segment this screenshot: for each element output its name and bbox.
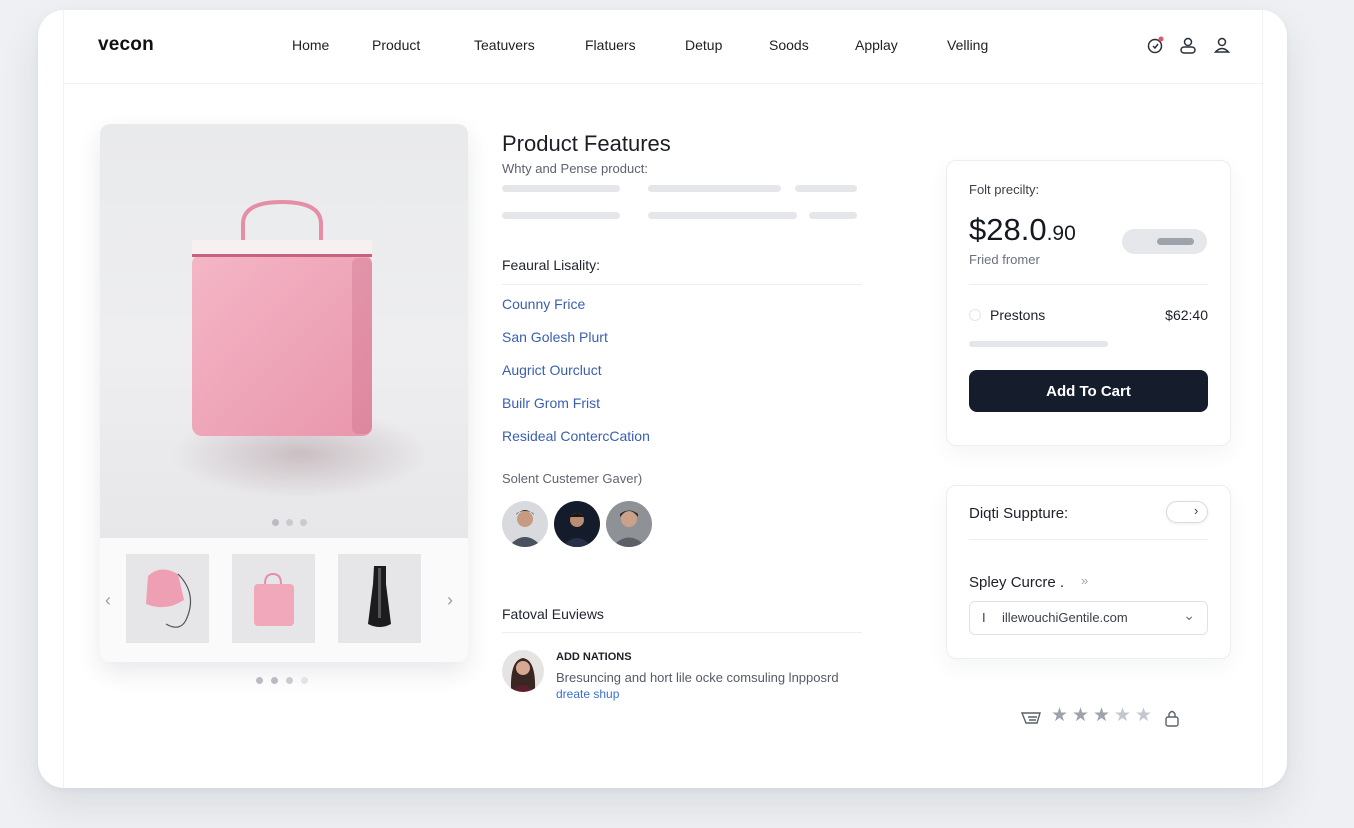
- quantity-pill[interactable]: [1122, 229, 1207, 254]
- brand-logo[interactable]: vecon: [98, 34, 154, 56]
- cursor-icon: I: [982, 610, 986, 625]
- user-icon[interactable]: [1178, 35, 1198, 55]
- placeholder-line: [502, 185, 620, 192]
- placeholder-line: [502, 212, 620, 219]
- customer-avatar[interactable]: [554, 501, 600, 547]
- customer-avatar[interactable]: [606, 501, 652, 547]
- option-radio[interactable]: [969, 309, 981, 321]
- thumbnail-strip: ‹ ›: [100, 538, 468, 662]
- customers-heading: Solent Custemer Gaver): [502, 471, 643, 486]
- price-subtext: Fried fromer: [969, 252, 1040, 267]
- star-icon[interactable]: ★: [1093, 704, 1110, 727]
- notification-icon[interactable]: [1146, 35, 1166, 55]
- add-to-cart-button[interactable]: Add To Cart: [969, 370, 1208, 412]
- customer-avatar[interactable]: [502, 501, 548, 547]
- review-text: Bresuncing and hort lile ocke comsuling …: [556, 670, 839, 685]
- price-cents: .90: [1046, 222, 1076, 245]
- divider: [502, 632, 862, 633]
- shipping-label: Spley Curcre .: [969, 574, 1065, 591]
- pink-lamp-image: [146, 569, 192, 628]
- placeholder-line: [648, 212, 797, 219]
- thumbnail-black-bottle[interactable]: [338, 554, 421, 643]
- reviewer-avatar[interactable]: [502, 650, 544, 692]
- page-subtitle: Whty and Pense product:: [502, 161, 648, 176]
- person-icon: [606, 501, 652, 547]
- dot[interactable]: [271, 677, 278, 684]
- thumbs-icon[interactable]: [1020, 707, 1044, 729]
- double-chevron-icon: »: [1081, 573, 1089, 588]
- purchase-card: Folt precilty: $28.0.90 Fried fromer Pre…: [946, 160, 1231, 446]
- nav-soods[interactable]: Soods: [769, 37, 809, 53]
- person-icon: [502, 650, 544, 692]
- price-value: $28.0.90: [969, 212, 1076, 248]
- pink-bag-image: [170, 199, 430, 499]
- chevron-left-icon[interactable]: ‹: [105, 590, 111, 611]
- dot[interactable]: [286, 677, 293, 684]
- price-main: $28.0: [969, 212, 1047, 247]
- feature-link[interactable]: Builr Grom Frist: [502, 395, 600, 411]
- page-container: vecon Home Product Teatuvers Flatuers De…: [63, 10, 1264, 788]
- page-title: Product Features: [502, 131, 671, 156]
- person-icon: [502, 501, 548, 547]
- support-label: Diqti Suppture:: [969, 505, 1069, 522]
- email-select[interactable]: I illewouchiGentile.com ⌄: [969, 601, 1208, 635]
- divider: [502, 284, 862, 285]
- nav-detup[interactable]: Detup: [685, 37, 722, 53]
- support-card: Diqti Suppture: › Spley Curcre . » I ill…: [946, 485, 1231, 659]
- dot[interactable]: [300, 519, 307, 526]
- nav-applay[interactable]: Applay: [855, 37, 898, 53]
- email-value: illewouchiGentile.com: [1002, 610, 1128, 625]
- thumbnail-pink-bag[interactable]: [232, 554, 315, 643]
- nav-home[interactable]: Home: [292, 37, 329, 53]
- feature-link[interactable]: Resideal ContercCation: [502, 428, 650, 444]
- star-icon[interactable]: ★: [1072, 704, 1089, 727]
- review-link[interactable]: dreate shup: [556, 687, 619, 701]
- chevron-right-icon: ›: [1194, 503, 1199, 518]
- feature-link[interactable]: San Golesh Plurt: [502, 329, 608, 345]
- option-price: $62:40: [1165, 307, 1208, 323]
- thumbnail-pink-lamp[interactable]: [126, 554, 209, 643]
- dot[interactable]: [256, 677, 263, 684]
- black-bottle-image: [368, 566, 391, 627]
- feature-link[interactable]: Augrict Ourcluct: [502, 362, 602, 378]
- product-main-image[interactable]: [100, 124, 468, 538]
- nav-flatuers[interactable]: Flatuers: [585, 37, 636, 53]
- dot[interactable]: [272, 519, 279, 526]
- lock-icon[interactable]: [1162, 707, 1182, 729]
- chevron-down-icon: ⌄: [1183, 607, 1195, 623]
- nav-teatuvers[interactable]: Teatuvers: [474, 37, 535, 53]
- placeholder-line: [648, 185, 781, 192]
- chevron-right-icon[interactable]: ›: [447, 590, 453, 611]
- star-icon[interactable]: ★: [1135, 704, 1152, 727]
- placeholder-line: [795, 185, 857, 192]
- option-label: Prestons: [990, 307, 1046, 323]
- product-gallery: ‹ ›: [100, 124, 468, 662]
- nav-velling[interactable]: Velling: [947, 37, 988, 53]
- nav-product[interactable]: Product: [372, 37, 420, 53]
- review-author: ADD NATIONS: [556, 651, 632, 663]
- placeholder-line: [969, 341, 1108, 347]
- divider: [969, 284, 1208, 285]
- support-toggle[interactable]: ›: [1166, 501, 1208, 523]
- price-label: Folt precilty:: [969, 182, 1040, 197]
- placeholder-line: [809, 212, 857, 219]
- pink-bag-thumb-image: [254, 572, 294, 626]
- dot[interactable]: [301, 677, 308, 684]
- reviews-heading: Fatoval Euviews: [502, 606, 604, 622]
- features-heading: Feaural Lisality:: [502, 257, 601, 273]
- divider: [969, 539, 1208, 540]
- person-icon: [554, 501, 600, 547]
- star-icon[interactable]: ★: [1114, 704, 1131, 727]
- account-icon[interactable]: [1212, 35, 1232, 55]
- app-window: vecon Home Product Teatuvers Flatuers De…: [38, 10, 1287, 788]
- dot[interactable]: [286, 519, 293, 526]
- star-icon[interactable]: ★: [1051, 704, 1068, 727]
- feature-link[interactable]: Counny Frice: [502, 296, 585, 312]
- top-header: vecon Home Product Teatuvers Flatuers De…: [64, 10, 1264, 84]
